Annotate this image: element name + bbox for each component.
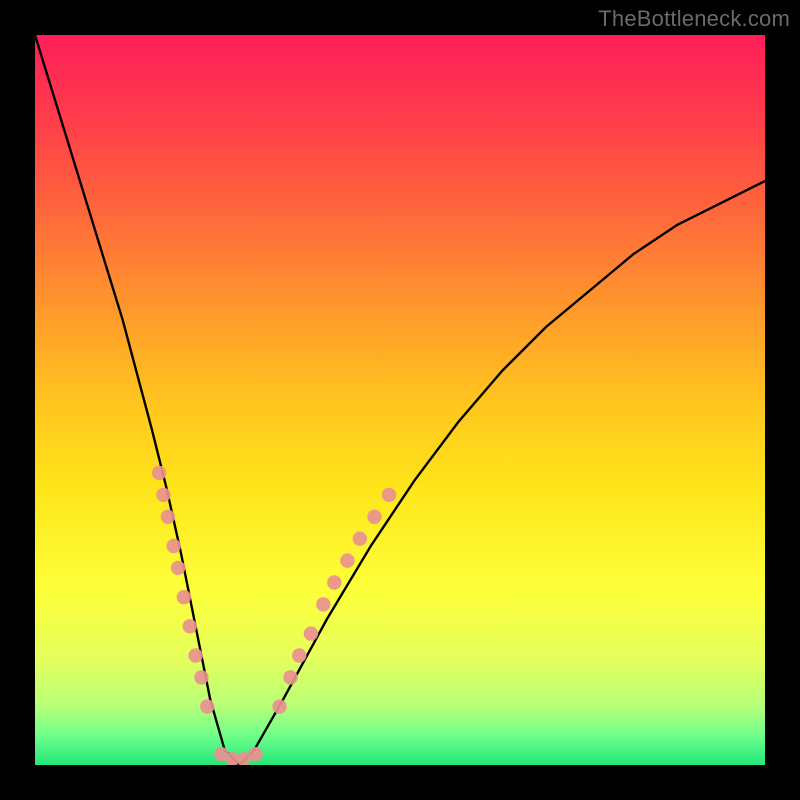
chart-frame: TheBottleneck.com	[0, 0, 800, 800]
marker-dots	[152, 466, 396, 765]
curve-svg	[35, 35, 765, 765]
watermark-label: TheBottleneck.com	[598, 6, 790, 32]
bottleneck-curve	[35, 35, 765, 765]
plot-area	[35, 35, 765, 765]
